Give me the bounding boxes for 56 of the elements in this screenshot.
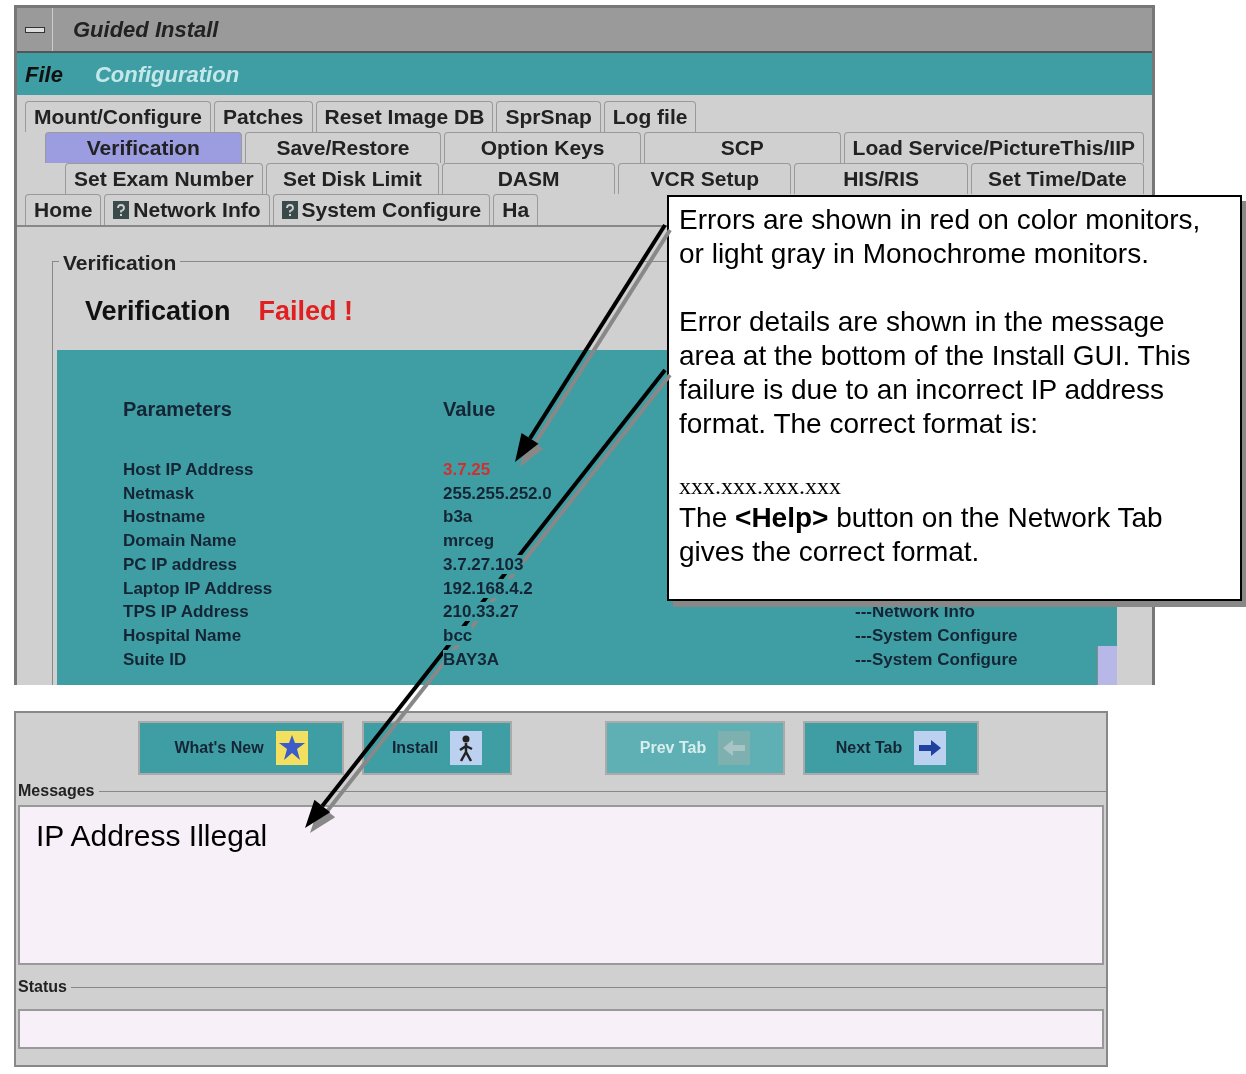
help-icon (281, 201, 298, 219)
tab[interactable]: Verification (45, 132, 242, 163)
person-icon (450, 731, 483, 765)
tab[interactable]: Ha (493, 194, 539, 225)
parameter-name: Domain Name (123, 530, 238, 553)
tab[interactable]: Save/Restore (244, 132, 442, 163)
tab[interactable]: SCP (643, 132, 841, 163)
toolbar-button[interactable]: Install (362, 721, 512, 775)
tab[interactable]: DASM (442, 163, 616, 194)
verification-heading: Verification (85, 294, 231, 328)
tab[interactable]: Set Disk Limit (265, 163, 439, 194)
tab[interactable]: Set Exam Number (65, 163, 263, 194)
parameter-name: TPS IP Address (123, 601, 250, 624)
tab[interactable]: VCR Setup (618, 163, 792, 194)
verification-result: Failed ! (258, 294, 354, 328)
callout-text: Errors are shown in red on color monitors, or light gray in Monochrome monitors. (679, 203, 1202, 271)
parameter-name: PC IP address (123, 553, 239, 576)
tab[interactable]: HIS/RIS (794, 163, 968, 194)
parameter-value: 210.33.27 (443, 602, 519, 622)
callout-text: Error details are shown in the message area at the bottom of the Install GUI. This failure is due to an incorrect IP address format. The correct format is: (679, 305, 1192, 441)
tab[interactable]: Mount/Configure (25, 101, 211, 132)
menu-item[interactable]: File (25, 57, 63, 91)
section-label: Status (18, 977, 67, 997)
parameter-name: Netmask (123, 482, 195, 505)
column-header: Parameters (123, 397, 233, 422)
callout-text: The <Help> button on the Network Tab gives the correct format. (679, 501, 1164, 569)
parameter-value: BAY3A (443, 649, 500, 669)
parameter-value: bcc (443, 625, 473, 645)
tab[interactable]: System Configure (272, 194, 491, 225)
tab[interactable]: Load Service/PictureThis/IIP (843, 132, 1144, 163)
toolbar-button[interactable]: What's New (138, 721, 344, 775)
tab[interactable]: Log file (603, 101, 697, 132)
parameter-name: Host IP Address (123, 459, 255, 482)
parameter-value: 192.168.4.2 (443, 578, 533, 598)
parameter-source: ---System Configure (855, 624, 1018, 647)
tab[interactable]: Reset Image DB (315, 101, 494, 132)
parameter-name: Hostname (123, 506, 207, 529)
tab[interactable]: Patches (213, 101, 313, 132)
parameter-value: 3.7.27.103 (443, 554, 524, 574)
parameter-name: Hospital Name (123, 624, 243, 647)
tab[interactable]: SprSnap (496, 101, 601, 132)
parameter-name: Laptop IP Address (123, 577, 274, 600)
help-icon (113, 201, 130, 219)
parameter-source: ---System Configure (855, 648, 1018, 671)
parameter-name: Suite ID (123, 648, 188, 671)
window-title: Guided Install (73, 16, 219, 44)
tab[interactable]: Option Keys (444, 132, 641, 163)
tab[interactable]: Home (25, 194, 102, 225)
new-badge-icon (275, 731, 308, 765)
format-example: xxx.xxx.xxx.xxx (679, 472, 842, 501)
tab[interactable]: Network Info (104, 194, 270, 225)
toolbar-button[interactable]: Next Tab (803, 721, 979, 775)
section-label: Messages (18, 781, 95, 801)
tab[interactable]: Set Time/Date (970, 163, 1144, 194)
message-text: IP Address Illegal (36, 819, 268, 852)
column-header: Value (443, 397, 496, 422)
